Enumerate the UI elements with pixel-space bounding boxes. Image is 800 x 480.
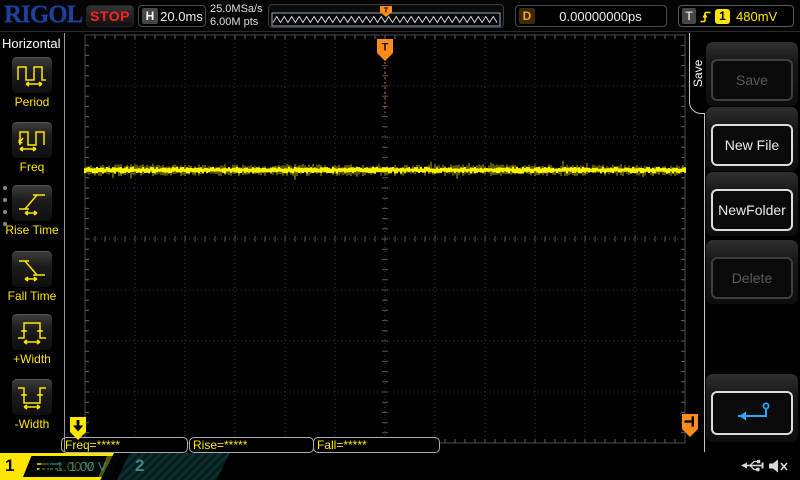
measurement-fall: Fall=***** xyxy=(313,437,440,453)
channel-status-bar: 1 1.00 V 2 1.00 V xyxy=(0,453,800,480)
softkey-4: Delete xyxy=(706,240,798,304)
sidebar-item-rise-time[interactable]: Rise Time xyxy=(2,185,62,237)
channel2-badge[interactable]: 2 xyxy=(117,453,230,480)
trigger-position-marker-icon: T xyxy=(377,39,393,61)
graticule-display[interactable]: T xyxy=(60,33,700,445)
top-status-bar: RIGOL STOP H 20.0ms 25.0MSa/s 6.00M pts … xyxy=(0,0,800,32)
sidebar-item-label: Freq xyxy=(19,160,45,174)
dc-coupling-icon xyxy=(50,463,62,470)
right-menu-edge xyxy=(704,113,705,452)
svg-text:T: T xyxy=(382,42,389,54)
freq-icon xyxy=(18,131,45,152)
delay-value: 0.00000000ps xyxy=(559,8,642,24)
softkey-1: Save xyxy=(706,42,798,106)
return-arrow-icon xyxy=(738,402,770,420)
fall-time-icon xyxy=(19,260,45,282)
memory-depth: 6.00M pts xyxy=(210,16,259,28)
trigger-label: T xyxy=(682,8,696,24)
sidebar-item-period[interactable]: Period xyxy=(2,57,62,109)
trigger-level-value: 480mV xyxy=(736,8,778,24)
timebase-value: 20.0ms xyxy=(160,8,203,24)
svg-text:T: T xyxy=(384,8,389,15)
trigger-status-box[interactable]: T 1 480mV xyxy=(678,5,794,27)
left-menu-title: Horizontal xyxy=(2,36,61,51)
softkey-back xyxy=(706,374,798,442)
run-state-label: STOP xyxy=(90,8,130,24)
trigger-delay-box[interactable]: D 0.00000000ps xyxy=(515,5,667,27)
channel2-scale: 1.00 V xyxy=(69,459,107,474)
softkey-3: NewFolder xyxy=(706,172,798,236)
sidebar-item-plus-width[interactable]: +Width xyxy=(2,314,62,366)
sidebar-item-minus-width[interactable]: -Width xyxy=(2,379,62,431)
measurement-freq: Freq=***** xyxy=(61,437,188,453)
plus-width-icon xyxy=(18,322,46,345)
horizontal-timebase-box[interactable]: H 20.0ms xyxy=(138,5,206,27)
sidebar-item-fall-time[interactable]: Fall Time xyxy=(2,251,62,303)
left-menu-divider xyxy=(64,33,65,452)
period-icon xyxy=(17,66,46,87)
channel1-number: 1 xyxy=(5,456,15,475)
h-label: H xyxy=(142,8,158,24)
softkey-2: New File xyxy=(706,107,798,171)
channel2-number: 2 xyxy=(135,456,145,475)
tab-save-menu[interactable]: Save xyxy=(690,38,706,108)
trigger-source-badge: 1 xyxy=(715,8,730,24)
return-button[interactable] xyxy=(711,391,793,435)
sidebar-item-label: Period xyxy=(14,95,50,109)
measurement-rise: Rise=***** xyxy=(189,437,314,453)
minus-width-icon xyxy=(18,387,46,410)
new-folder-button[interactable]: NewFolder xyxy=(711,189,793,231)
delay-label: D xyxy=(519,8,535,24)
sidebar-item-label: Rise Time xyxy=(5,223,59,237)
waveform-preview[interactable]: T xyxy=(268,4,504,28)
run-state-indicator[interactable]: STOP xyxy=(86,5,134,27)
sample-rate: 25.0MSa/s xyxy=(210,3,263,15)
save-button[interactable]: Save xyxy=(711,59,793,101)
acquisition-info: 25.0MSa/s 6.00M pts xyxy=(210,3,263,29)
usb-icon xyxy=(741,460,764,472)
rising-edge-icon xyxy=(700,11,711,22)
sidebar-item-label: -Width xyxy=(14,417,50,431)
speaker-muted-icon xyxy=(769,459,788,473)
delete-button[interactable]: Delete xyxy=(711,257,793,299)
sidebar-item-label: Fall Time xyxy=(7,289,57,303)
sidebar-item-label: +Width xyxy=(13,352,51,366)
channel2-scale-box: 1.00 V xyxy=(36,456,120,477)
rigol-logo: RIGOL xyxy=(4,1,83,28)
rise-time-icon xyxy=(19,194,45,216)
sidebar-item-freq[interactable]: Freq xyxy=(2,122,62,174)
new-file-button[interactable]: New File xyxy=(711,124,793,166)
